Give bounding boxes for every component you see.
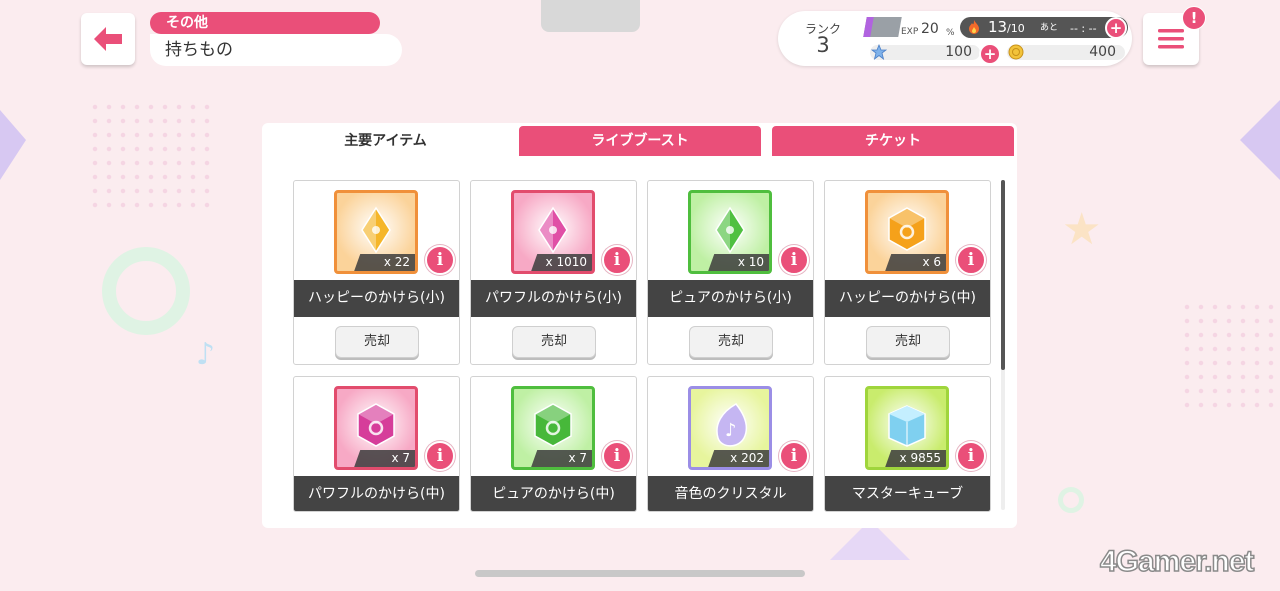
item-quantity: x 10	[708, 254, 769, 271]
item-quantity: x 22	[354, 254, 415, 271]
item-name: パワフルのかけら(中)	[294, 476, 459, 511]
item-name: ピュアのかけら(小)	[648, 280, 813, 317]
hamburger-icon	[1158, 29, 1184, 49]
item-thumbnail: x 10	[688, 190, 772, 274]
info-icon[interactable]: i	[779, 245, 809, 275]
stamina-suffix: あと	[1040, 23, 1059, 33]
stamina-timer: -- : --	[1070, 22, 1097, 35]
exp-value: 20	[921, 21, 939, 37]
tab-main-items[interactable]: 主要アイテム	[262, 126, 509, 156]
coin-icon	[1008, 44, 1024, 60]
item-quantity: x 9855	[885, 450, 946, 467]
pure-shard-s-icon	[715, 207, 745, 254]
item-quantity: x 202	[708, 450, 769, 467]
bg-triangle	[1240, 100, 1280, 180]
item-card-powerful-shard-s[interactable]: x 1010 i パワフルのかけら(小) 売却	[470, 180, 637, 365]
item-quantity: x 6	[885, 254, 946, 271]
menu-alert-badge: !	[1182, 6, 1206, 30]
item-quantity: x 1010	[531, 254, 592, 271]
item-name: マスターキューブ	[825, 476, 990, 511]
item-card-pure-shard-m[interactable]: x 7 i ピュアのかけら(中)売却	[470, 376, 637, 512]
item-quantity: x 7	[354, 450, 415, 467]
star-gem-count: 100	[945, 44, 972, 60]
coin-count: 400	[1089, 44, 1116, 60]
item-name: ハッピーのかけら(中)	[825, 280, 990, 317]
back-button[interactable]	[81, 13, 135, 65]
tab-tickets[interactable]: チケット	[772, 126, 1014, 156]
info-icon[interactable]: i	[779, 441, 809, 471]
watermark: 4Gamer.net	[1099, 544, 1255, 579]
exp-unit: %	[946, 28, 955, 38]
tone-crystal-icon: ♪	[716, 403, 748, 448]
star-gem-icon	[871, 44, 887, 60]
info-icon[interactable]: i	[602, 441, 632, 471]
item-card-powerful-shard-m[interactable]: x 7 i パワフルのかけら(中)売却	[293, 376, 460, 512]
item-card-pure-shard-s[interactable]: x 10 i ピュアのかけら(小) 売却	[647, 180, 814, 365]
item-thumbnail: x 7	[511, 386, 595, 470]
bg-ring	[102, 247, 190, 335]
stamina-bar: 13 /10 あと -- : --	[960, 17, 1128, 38]
stamina-add-button[interactable]: +	[1105, 17, 1127, 39]
bg-star: ★	[1062, 204, 1102, 255]
happy-shard-s-icon	[361, 207, 391, 254]
tab-live-boost[interactable]: ライブブースト	[519, 126, 761, 156]
page-title: 持ちもの	[150, 34, 402, 66]
powerful-shard-m-icon	[357, 403, 395, 448]
info-icon[interactable]: i	[425, 245, 455, 275]
back-arrow-icon	[94, 27, 122, 51]
item-name: ハッピーのかけら(小)	[294, 280, 459, 317]
info-icon[interactable]: i	[956, 245, 986, 275]
bg-triangle	[0, 110, 26, 180]
breadcrumb: その他	[150, 12, 380, 34]
happy-shard-m-icon	[888, 207, 926, 252]
info-icon[interactable]: i	[956, 441, 986, 471]
star-gem-add-button[interactable]: +	[979, 43, 1001, 65]
bg-dots	[88, 100, 218, 210]
svg-text:♪: ♪	[725, 420, 737, 441]
info-icon[interactable]: i	[425, 441, 455, 471]
item-card-happy-shard-m[interactable]: x 6 i ハッピーのかけら(中) 売却	[824, 180, 991, 365]
item-thumbnail: x 9855	[865, 386, 949, 470]
sell-button[interactable]: 売却	[866, 326, 950, 358]
stamina-max: /10	[1007, 22, 1025, 35]
flame-icon	[969, 20, 979, 34]
bg-note: ♪	[196, 337, 216, 372]
exp-bar	[863, 17, 902, 37]
item-quantity: x 7	[531, 450, 592, 467]
sell-button[interactable]: 売却	[512, 326, 596, 358]
item-card-happy-shard-s[interactable]: x 22 i ハッピーのかけら(小) 売却	[293, 180, 460, 365]
bg-ring	[1058, 487, 1084, 513]
item-name: ピュアのかけら(中)	[471, 476, 636, 511]
item-thumbnail: ♪ x 202	[688, 386, 772, 470]
master-cube-icon	[888, 405, 926, 448]
pure-shard-m-icon	[534, 403, 572, 448]
item-name: 音色のクリスタル	[648, 476, 813, 511]
top-handle	[541, 0, 640, 32]
item-thumbnail: x 22	[334, 190, 418, 274]
stamina-current: 13	[988, 18, 1008, 36]
bg-dots	[1180, 300, 1280, 410]
scrollbar-thumb[interactable]	[1001, 180, 1005, 370]
item-name: パワフルのかけら(小)	[471, 280, 636, 317]
sell-button[interactable]: 売却	[689, 326, 773, 358]
item-card-tone-crystal[interactable]: ♪ x 202 i 音色のクリスタル	[647, 376, 814, 512]
item-thumbnail: x 6	[865, 190, 949, 274]
powerful-shard-s-icon	[538, 207, 568, 254]
exp-label: EXP	[901, 27, 919, 37]
sell-button[interactable]: 売却	[335, 326, 419, 358]
item-thumbnail: x 1010	[511, 190, 595, 274]
rank-value: 3	[816, 33, 830, 57]
home-indicator	[475, 570, 805, 577]
item-card-master-cube[interactable]: x 9855 i マスターキューブ	[824, 376, 991, 512]
info-icon[interactable]: i	[602, 245, 632, 275]
item-thumbnail: x 7	[334, 386, 418, 470]
